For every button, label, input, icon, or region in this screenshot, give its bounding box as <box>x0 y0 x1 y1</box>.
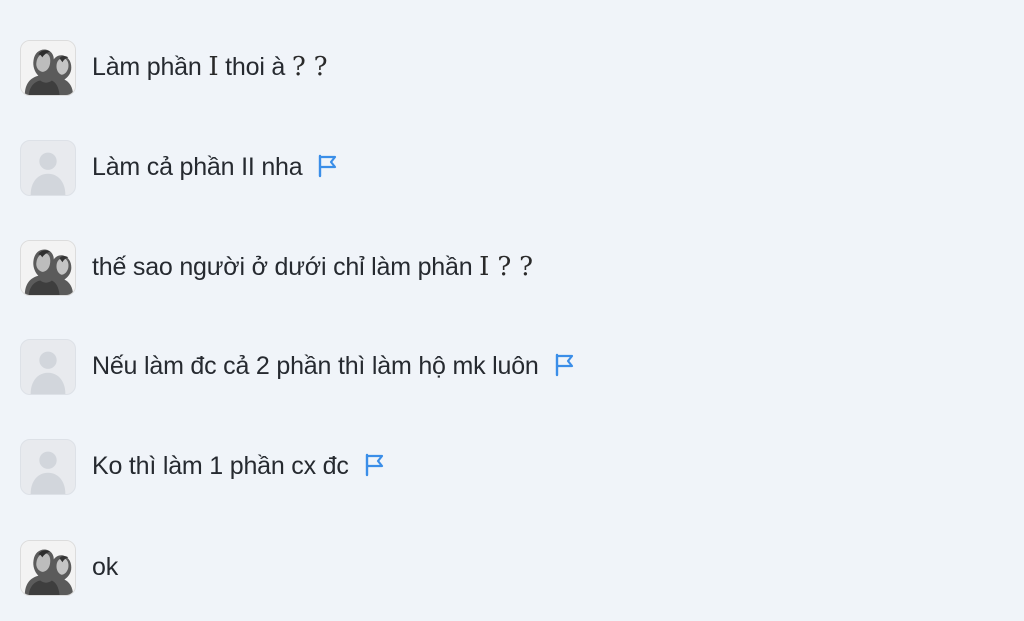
comment-text: Ko thì làm 1 phần cx đc <box>92 452 387 481</box>
user-avatar-default[interactable] <box>20 439 76 495</box>
comment-text: ok <box>92 552 119 581</box>
user-avatar-photo[interactable] <box>20 240 76 296</box>
user-silhouette-icon <box>30 152 66 195</box>
comment-item: Ko thì làm 1 phần cx đc <box>20 438 1000 496</box>
flag-icon[interactable] <box>316 153 340 179</box>
portrait-icon <box>21 241 75 295</box>
user-avatar-default[interactable] <box>20 140 76 196</box>
comment-text: Làm phần I thoi à ? ? <box>92 52 328 82</box>
comment-text: Nếu làm đc cả 2 phần thì làm hộ mk luôn <box>92 352 577 381</box>
user-silhouette-icon <box>30 351 66 394</box>
comment-text: Làm cả phần II nha <box>92 153 340 182</box>
user-avatar-photo[interactable] <box>20 40 76 96</box>
comment-item: Làm phần I thoi à ? ? <box>20 39 1000 97</box>
comment-item: Làm cả phần II nha <box>20 139 1000 197</box>
portrait-icon <box>21 41 75 95</box>
comment-item: ok <box>20 539 1000 597</box>
flag-icon[interactable] <box>363 452 387 478</box>
comment-item: Nếu làm đc cả 2 phần thì làm hộ mk luôn <box>20 338 1000 396</box>
portrait-icon <box>21 541 75 595</box>
comment-text: thế sao người ở dưới chỉ làm phần I ? ? <box>92 252 533 282</box>
user-silhouette-icon <box>30 451 66 494</box>
flag-icon[interactable] <box>553 352 577 378</box>
user-avatar-photo[interactable] <box>20 540 76 596</box>
user-avatar-default[interactable] <box>20 339 76 395</box>
comment-item: thế sao người ở dưới chỉ làm phần I ? ? <box>20 239 1000 297</box>
